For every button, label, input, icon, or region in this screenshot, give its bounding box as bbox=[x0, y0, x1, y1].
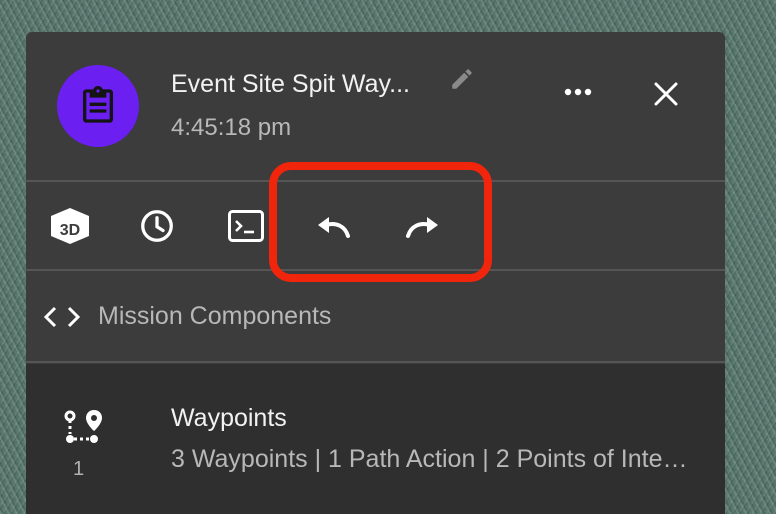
toolbar-divider bbox=[26, 269, 725, 271]
component-title: Waypoints bbox=[171, 404, 287, 432]
close-button[interactable] bbox=[642, 70, 690, 118]
section-label: Mission Components bbox=[98, 302, 332, 330]
undo-icon bbox=[318, 217, 350, 238]
console-button[interactable] bbox=[222, 202, 270, 250]
mission-panel: Event Site Spit Way... 4:45:18 pm 3D Mis… bbox=[26, 32, 725, 514]
redo-icon bbox=[406, 217, 438, 238]
terminal-icon bbox=[228, 210, 264, 242]
pencil-icon[interactable] bbox=[449, 66, 475, 92]
more-horizontal-icon bbox=[564, 88, 592, 96]
code-icon bbox=[42, 300, 82, 334]
mission-title[interactable]: Event Site Spit Way... bbox=[171, 70, 410, 99]
svg-text:3D: 3D bbox=[60, 222, 80, 239]
more-options-button[interactable] bbox=[554, 72, 602, 112]
component-list: 1 Waypoints 3 Waypoints | 1 Path Action … bbox=[26, 364, 725, 514]
section-divider bbox=[26, 361, 725, 363]
clock-icon bbox=[141, 210, 173, 242]
timestamp: 4:45:18 pm bbox=[171, 114, 292, 141]
panel-header: Event Site Spit Way... 4:45:18 pm bbox=[26, 32, 725, 180]
redo-button[interactable] bbox=[398, 202, 446, 250]
waypoint-count: 1 bbox=[73, 458, 85, 480]
clipboard-icon bbox=[57, 65, 139, 147]
mission-components-header[interactable]: Mission Components bbox=[26, 272, 725, 362]
list-item[interactable]: 1 Waypoints 3 Waypoints | 1 Path Action … bbox=[26, 364, 725, 514]
undo-button[interactable] bbox=[310, 202, 358, 250]
toolbar: 3D bbox=[26, 182, 725, 268]
history-button[interactable] bbox=[133, 202, 181, 250]
close-icon bbox=[654, 82, 678, 106]
component-subtitle: 3 Waypoints | 1 Path Action | 2 Points o… bbox=[171, 445, 691, 473]
3d-icon: 3D bbox=[51, 208, 89, 244]
3d-view-button[interactable]: 3D bbox=[46, 202, 94, 250]
waypoints-icon bbox=[61, 408, 103, 452]
